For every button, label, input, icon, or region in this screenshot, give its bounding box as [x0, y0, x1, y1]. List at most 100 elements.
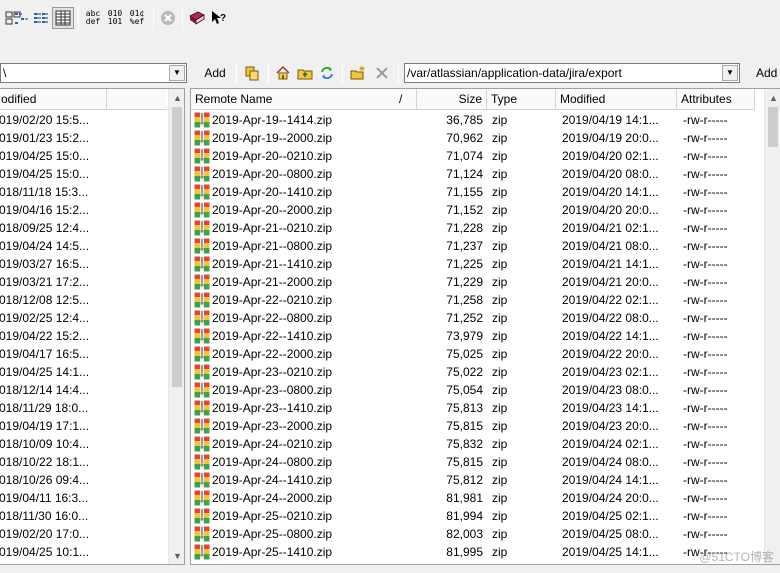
- table-row[interactable]: 2019-Apr-24--1410.zip 75,812 zip 2019/04/24…: [191, 471, 763, 489]
- file-type-cell: zip: [492, 329, 508, 343]
- remote-scrollbar[interactable]: ▲: [764, 89, 780, 564]
- table-row[interactable]: 2019-Apr-22--0800.zip 71,252 zip 2019/04/22…: [191, 309, 763, 327]
- table-row[interactable]: 2019-Apr-25--1410.zip 81,995 zip 2019/04/25…: [191, 543, 763, 561]
- stop-icon[interactable]: [157, 7, 179, 29]
- table-row[interactable]: 018/11/18 15:3...: [0, 183, 167, 201]
- table-row[interactable]: 2019-Apr-23--1410.zip 75,813 zip 2019/04/23…: [191, 399, 763, 417]
- table-row[interactable]: 2019-Apr-20--0800.zip 71,124 zip 2019/04/20…: [191, 165, 763, 183]
- table-row[interactable]: 2019-Apr-20--1410.zip 71,155 zip 2019/04/20…: [191, 183, 763, 201]
- table-row[interactable]: 2019-Apr-24--2000.zip 81,981 zip 2019/04/24…: [191, 489, 763, 507]
- list-view-icon[interactable]: [30, 7, 52, 29]
- file-type-cell: zip: [492, 185, 508, 199]
- table-row[interactable]: 2019-Apr-23--0210.zip 75,022 zip 2019/04/23…: [191, 363, 763, 381]
- table-row[interactable]: 2019-Apr-19--2000.zip 70,962 zip 2019/04/19…: [191, 129, 763, 147]
- scroll-down-icon[interactable]: ▼: [169, 547, 184, 564]
- table-row[interactable]: 019/04/25 10:1...: [0, 543, 167, 561]
- chevron-down-icon[interactable]: ▼: [722, 65, 738, 81]
- table-row[interactable]: 2019-Apr-23--0800.zip 75,054 zip 2019/04/23…: [191, 381, 763, 399]
- table-row[interactable]: 2019-Apr-22--2000.zip 75,025 zip 2019/04/22…: [191, 345, 763, 363]
- small-icons-view-icon[interactable]: [10, 7, 32, 29]
- table-row[interactable]: 2019-Apr-25--0210.zip 81,994 zip 2019/04/25…: [191, 507, 763, 525]
- table-row[interactable]: 2019-Apr-20--0210.zip 71,074 zip 2019/04/20…: [191, 147, 763, 165]
- table-row[interactable]: 019/04/25 14:1...: [0, 363, 167, 381]
- table-row[interactable]: 2019-Apr-21--0210.zip 71,228 zip 2019/04/21…: [191, 219, 763, 237]
- table-row[interactable]: 019/02/20 15:5...: [0, 111, 167, 129]
- zip-file-icon: [194, 490, 210, 506]
- table-row[interactable]: 019/03/27 16:5...: [0, 255, 167, 273]
- table-row[interactable]: 019/04/17 16:5...: [0, 345, 167, 363]
- local-modified-cell: 018/10/26 09:4...: [0, 473, 90, 487]
- table-row[interactable]: 019/04/16 15:2...: [0, 201, 167, 219]
- local-path-combo[interactable]: \ ▼: [0, 63, 187, 83]
- home-folder-icon[interactable]: [272, 62, 294, 84]
- local-col-extra[interactable]: [107, 89, 167, 110]
- table-row[interactable]: 2019-Apr-25--0800.zip 82,003 zip 2019/04/25…: [191, 525, 763, 543]
- local-modified-cell: 019/04/22 15:2...: [0, 329, 90, 343]
- refresh-icon[interactable]: [316, 62, 338, 84]
- table-row[interactable]: 2019-Apr-24--0800.zip 75,815 zip 2019/04/24…: [191, 453, 763, 471]
- file-name-cell: 2019-Apr-24--0800.zip: [212, 455, 333, 469]
- zip-file-icon: [194, 472, 210, 488]
- delete-icon[interactable]: [371, 62, 393, 84]
- transfer-mode-auto-icon[interactable]: 01¢ %ef: [126, 7, 148, 29]
- new-folder-icon[interactable]: [347, 62, 369, 84]
- table-row[interactable]: 2019-Apr-20--2000.zip 71,152 zip 2019/04/20…: [191, 201, 763, 219]
- local-scrollbar[interactable]: ▲ ▼: [168, 89, 184, 564]
- file-attributes-cell: -rw-r-----: [683, 311, 728, 325]
- transfer-mode-binary-icon[interactable]: 010 101: [104, 7, 126, 29]
- remote-scroll-thumb[interactable]: [768, 107, 778, 147]
- copy-files-icon[interactable]: [241, 62, 263, 84]
- file-name-cell: 2019-Apr-24--1410.zip: [212, 473, 333, 487]
- table-row[interactable]: 2019-Apr-21--2000.zip 71,229 zip 2019/04/21…: [191, 273, 763, 291]
- table-row[interactable]: 2019-Apr-21--0800.zip 71,237 zip 2019/04/21…: [191, 237, 763, 255]
- table-row[interactable]: 019/04/25 15:0...: [0, 165, 167, 183]
- table-row[interactable]: 018/12/14 14:4...: [0, 381, 167, 399]
- scroll-up-icon[interactable]: ▲: [765, 89, 780, 106]
- table-row[interactable]: 018/11/29 18:0...: [0, 399, 167, 417]
- remote-col-attributes[interactable]: Attributes: [677, 89, 755, 110]
- chevron-down-icon[interactable]: ▼: [169, 65, 185, 81]
- table-row[interactable]: 2019-Apr-22--0210.zip 71,258 zip 2019/04/22…: [191, 291, 763, 309]
- file-modified-cell: 2019/04/19 20:0...: [562, 131, 659, 145]
- local-scroll-thumb[interactable]: [172, 107, 182, 387]
- table-row[interactable]: 019/04/19 17:1...: [0, 417, 167, 435]
- table-row[interactable]: 019/04/25 15:0...: [0, 147, 167, 165]
- file-modified-cell: 2019/04/22 08:0...: [562, 311, 659, 325]
- remote-col-name[interactable]: Remote Name /: [191, 89, 417, 110]
- details-view-icon[interactable]: [52, 7, 74, 29]
- table-row[interactable]: 019/03/21 17:2...: [0, 273, 167, 291]
- table-row[interactable]: 2019-Apr-23--2000.zip 75,815 zip 2019/04/23…: [191, 417, 763, 435]
- table-row[interactable]: 019/02/20 17:0...: [0, 525, 167, 543]
- table-row[interactable]: 018/12/08 12:5...: [0, 291, 167, 309]
- table-row[interactable]: 2019-Apr-19--1414.zip 36,785 zip 2019/04/19…: [191, 111, 763, 129]
- remote-col-size[interactable]: Size: [417, 89, 487, 110]
- remote-path-combo[interactable]: /var/atlassian/application-data/jira/exp…: [404, 63, 740, 83]
- table-row[interactable]: 018/10/26 09:4...: [0, 471, 167, 489]
- local-modified-cell: 018/11/29 18:0...: [0, 401, 89, 415]
- table-row[interactable]: 2019-Apr-24--0210.zip 75,832 zip 2019/04/24…: [191, 435, 763, 453]
- remote-add-button[interactable]: Add: [750, 62, 780, 84]
- scroll-up-icon[interactable]: ▲: [169, 89, 184, 106]
- table-row[interactable]: 019/04/24 14:5...: [0, 237, 167, 255]
- local-add-button[interactable]: Add: [198, 62, 232, 84]
- help-book-icon[interactable]: [186, 7, 208, 29]
- parent-folder-icon[interactable]: [294, 62, 316, 84]
- remote-col-type[interactable]: Type: [487, 89, 556, 110]
- table-row[interactable]: 018/10/22 18:1...: [0, 453, 167, 471]
- table-row[interactable]: 018/11/30 16:0...: [0, 507, 167, 525]
- table-row[interactable]: 019/04/11 16:3...: [0, 489, 167, 507]
- file-size-cell: 75,832: [446, 437, 483, 451]
- remote-col-modified[interactable]: Modified: [556, 89, 677, 110]
- local-col-modified[interactable]: odified: [0, 89, 107, 110]
- table-row[interactable]: 019/02/25 12:4...: [0, 309, 167, 327]
- file-attributes-cell: -rw-r-----: [683, 131, 728, 145]
- table-row[interactable]: 019/04/22 15:2...: [0, 327, 167, 345]
- context-help-icon[interactable]: ?: [208, 7, 230, 29]
- file-modified-cell: 2019/04/24 14:1...: [562, 473, 659, 487]
- table-row[interactable]: 018/10/09 10:4...: [0, 435, 167, 453]
- table-row[interactable]: 2019-Apr-22--1410.zip 73,979 zip 2019/04/22…: [191, 327, 763, 345]
- table-row[interactable]: 018/09/25 12:4...: [0, 219, 167, 237]
- table-row[interactable]: 2019-Apr-21--1410.zip 71,225 zip 2019/04/21…: [191, 255, 763, 273]
- table-row[interactable]: 019/01/23 15:2...: [0, 129, 167, 147]
- transfer-mode-text-icon[interactable]: abc def: [82, 7, 104, 29]
